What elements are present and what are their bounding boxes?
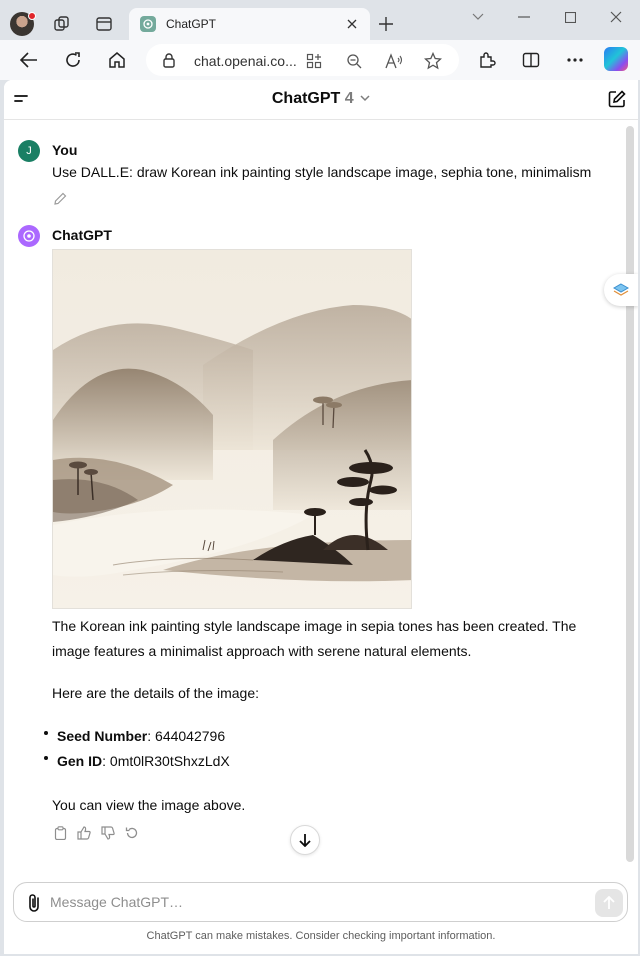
model-selector[interactable]: ChatGPT 4 xyxy=(4,90,638,108)
model-name: ChatGPT xyxy=(271,90,341,107)
detail-value: : 0mt0lR30tShxzLdX xyxy=(102,753,230,769)
browser-tab-chatgpt[interactable]: ChatGPT xyxy=(129,8,370,40)
copilot-icon[interactable] xyxy=(604,47,628,71)
tab-list-chevron-icon[interactable] xyxy=(466,8,490,26)
home-icon[interactable] xyxy=(105,48,129,72)
refresh-icon[interactable] xyxy=(61,48,85,72)
app-available-icon[interactable] xyxy=(305,52,323,70)
chevron-down-icon xyxy=(360,95,370,102)
side-extension-tab[interactable] xyxy=(604,274,638,306)
message-composer[interactable]: Message ChatGPT… xyxy=(13,882,628,922)
back-arrow-icon[interactable] xyxy=(17,48,41,72)
user-message-text: Use DALL.E: draw Korean ink painting sty… xyxy=(52,164,592,180)
thumbs-up-icon[interactable] xyxy=(76,825,92,841)
assistant-author-name: ChatGPT xyxy=(52,227,112,243)
scrollbar[interactable] xyxy=(626,126,634,862)
chatgpt-favicon-icon xyxy=(140,16,156,32)
user-avatar: J xyxy=(18,140,40,162)
paperclip-icon[interactable] xyxy=(26,893,44,913)
maximize-icon[interactable] xyxy=(558,8,582,26)
arrow-down-icon xyxy=(299,834,311,847)
split-screen-icon[interactable] xyxy=(519,48,543,72)
detail-label: Gen ID xyxy=(57,753,103,769)
thumbs-down-icon[interactable] xyxy=(100,825,116,841)
assistant-paragraph-2: Here are the details of the image: xyxy=(52,685,260,701)
chatgpt-app: ChatGPT 4 J You Use DALL.E: draw Korean … xyxy=(4,80,638,954)
address-bar[interactable]: chat.openai.co... xyxy=(146,44,459,76)
detail-value: : 644042796 xyxy=(147,728,226,744)
list-item: Gen ID: 0mt0lR30tShxzLdX xyxy=(44,749,230,774)
scroll-down-button[interactable] xyxy=(290,825,320,855)
new-tab-icon[interactable] xyxy=(376,14,396,34)
workspaces-icon[interactable] xyxy=(52,14,72,34)
edit-pencil-icon[interactable] xyxy=(54,192,67,210)
chatgpt-avatar-icon xyxy=(18,225,40,247)
layers-icon xyxy=(613,283,629,296)
assistant-paragraph-3: You can view the image above. xyxy=(52,797,246,813)
minimize-icon[interactable] xyxy=(512,8,536,26)
notification-dot xyxy=(28,12,36,20)
window-close-icon[interactable] xyxy=(604,8,628,26)
zoom-icon[interactable] xyxy=(345,52,363,70)
send-button[interactable] xyxy=(595,889,623,917)
read-aloud-icon[interactable] xyxy=(385,52,403,70)
disclaimer-text: ChatGPT can make mistakes. Consider chec… xyxy=(146,930,496,942)
browser-toolbar: chat.openai.co... xyxy=(0,40,640,80)
chat-header: ChatGPT 4 xyxy=(4,80,638,120)
browser-tab-bar: ChatGPT xyxy=(0,0,640,40)
assistant-paragraph-1-line-1: The Korean ink painting style landscape … xyxy=(52,618,577,634)
message-actions xyxy=(52,825,140,841)
tab-actions-icon[interactable] xyxy=(94,14,114,34)
regenerate-icon[interactable] xyxy=(124,825,140,841)
image-details-list: Seed Number: 644042796 Gen ID: 0mt0lR30t… xyxy=(44,724,230,774)
copy-icon[interactable] xyxy=(52,825,68,841)
message-input[interactable]: Message ChatGPT… xyxy=(50,894,183,910)
assistant-paragraph-1-line-2: image features a minimalist approach wit… xyxy=(52,643,472,659)
user-author-name: You xyxy=(52,142,78,158)
ink-landscape-painting xyxy=(53,250,411,608)
list-item: Seed Number: 644042796 xyxy=(44,724,230,749)
tab-title: ChatGPT xyxy=(166,17,217,31)
url-text[interactable]: chat.openai.co... xyxy=(194,53,297,69)
model-version: 4 xyxy=(344,90,354,107)
generated-image[interactable] xyxy=(52,249,412,609)
extensions-icon[interactable] xyxy=(475,48,499,72)
more-options-icon[interactable] xyxy=(563,48,587,72)
new-chat-icon[interactable] xyxy=(608,90,626,108)
lock-icon[interactable] xyxy=(162,52,176,73)
arrow-up-icon xyxy=(603,896,615,909)
favorite-star-icon[interactable] xyxy=(424,52,442,70)
close-tab-icon[interactable] xyxy=(344,16,360,32)
detail-label: Seed Number xyxy=(57,728,148,744)
